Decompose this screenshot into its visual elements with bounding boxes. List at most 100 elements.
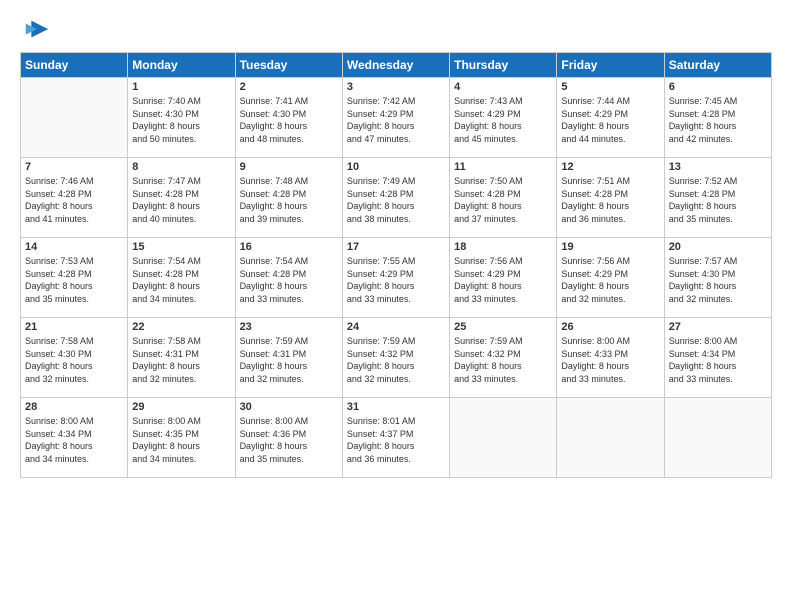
day-info: Sunrise: 7:56 AM Sunset: 4:29 PM Dayligh… <box>561 255 659 305</box>
day-info: Sunrise: 8:00 AM Sunset: 4:33 PM Dayligh… <box>561 335 659 385</box>
day-number: 19 <box>561 241 659 253</box>
calendar-cell: 4 Sunrise: 7:43 AM Sunset: 4:29 PM Daylig… <box>450 78 557 158</box>
calendar-cell: 28 Sunrise: 8:00 AM Sunset: 4:34 PM Dayli… <box>21 398 128 478</box>
day-number: 1 <box>132 81 230 93</box>
calendar-cell: 8 Sunrise: 7:47 AM Sunset: 4:28 PM Daylig… <box>128 158 235 238</box>
day-info: Sunrise: 7:53 AM Sunset: 4:28 PM Dayligh… <box>25 255 123 305</box>
calendar-cell: 10Sunrise: 7:49 AM Sunset: 4:28 PM Dayli… <box>342 158 449 238</box>
calendar-cell: 12 Sunrise: 7:51 AM Sunset: 4:28 PM Dayli… <box>557 158 664 238</box>
calendar-cell: 31 Sunrise: 8:01 AM Sunset: 4:37 PM Dayli… <box>342 398 449 478</box>
day-number: 15 <box>132 241 230 253</box>
header-cell-thursday: Thursday <box>450 53 557 78</box>
day-number: 16 <box>240 241 338 253</box>
calendar-cell <box>450 398 557 478</box>
day-number: 25 <box>454 321 552 333</box>
day-number: 18 <box>454 241 552 253</box>
header-row: SundayMondayTuesdayWednesdayThursdayFrid… <box>21 53 772 78</box>
day-info: Sunrise: 7:54 AM Sunset: 4:28 PM Dayligh… <box>240 255 338 305</box>
day-number: 28 <box>25 401 123 413</box>
day-info: Sunrise: 8:00 AM Sunset: 4:34 PM Dayligh… <box>669 335 767 385</box>
day-number: 6 <box>669 81 767 93</box>
day-info: Sunrise: 7:59 AM Sunset: 4:31 PM Dayligh… <box>240 335 338 385</box>
calendar-cell: 6 Sunrise: 7:45 AM Sunset: 4:28 PM Daylig… <box>664 78 771 158</box>
day-info: Sunrise: 7:44 AM Sunset: 4:29 PM Dayligh… <box>561 95 659 145</box>
calendar-cell: 15 Sunrise: 7:54 AM Sunset: 4:28 PM Dayli… <box>128 238 235 318</box>
calendar-cell: 20 Sunrise: 7:57 AM Sunset: 4:30 PM Dayli… <box>664 238 771 318</box>
day-number: 10 <box>347 161 445 173</box>
calendar-cell: 2 Sunrise: 7:41 AM Sunset: 4:30 PM Daylig… <box>235 78 342 158</box>
calendar-cell: 1 Sunrise: 7:40 AM Sunset: 4:30 PM Daylig… <box>128 78 235 158</box>
day-number: 29 <box>132 401 230 413</box>
week-row-4: 28 Sunrise: 8:00 AM Sunset: 4:34 PM Dayli… <box>21 398 772 478</box>
day-info: Sunrise: 7:57 AM Sunset: 4:30 PM Dayligh… <box>669 255 767 305</box>
day-number: 5 <box>561 81 659 93</box>
calendar-cell <box>557 398 664 478</box>
day-info: Sunrise: 7:40 AM Sunset: 4:30 PM Dayligh… <box>132 95 230 145</box>
day-number: 22 <box>132 321 230 333</box>
day-number: 14 <box>25 241 123 253</box>
day-info: Sunrise: 7:41 AM Sunset: 4:30 PM Dayligh… <box>240 95 338 145</box>
day-info: Sunrise: 7:47 AM Sunset: 4:28 PM Dayligh… <box>132 175 230 225</box>
day-number: 24 <box>347 321 445 333</box>
day-number: 13 <box>669 161 767 173</box>
header-cell-monday: Monday <box>128 53 235 78</box>
day-number: 4 <box>454 81 552 93</box>
header-cell-sunday: Sunday <box>21 53 128 78</box>
week-row-2: 14 Sunrise: 7:53 AM Sunset: 4:28 PM Dayli… <box>21 238 772 318</box>
day-info: Sunrise: 8:00 AM Sunset: 4:34 PM Dayligh… <box>25 415 123 465</box>
day-info: Sunrise: 7:54 AM Sunset: 4:28 PM Dayligh… <box>132 255 230 305</box>
day-number: 11 <box>454 161 552 173</box>
day-info: Sunrise: 8:00 AM Sunset: 4:36 PM Dayligh… <box>240 415 338 465</box>
day-info: Sunrise: 7:58 AM Sunset: 4:30 PM Dayligh… <box>25 335 123 385</box>
day-number: 30 <box>240 401 338 413</box>
calendar-cell: 11 Sunrise: 7:50 AM Sunset: 4:28 PM Dayli… <box>450 158 557 238</box>
header-cell-wednesday: Wednesday <box>342 53 449 78</box>
day-info: Sunrise: 7:59 AM Sunset: 4:32 PM Dayligh… <box>347 335 445 385</box>
day-number: 26 <box>561 321 659 333</box>
day-info: Sunrise: 8:01 AM Sunset: 4:37 PM Dayligh… <box>347 415 445 465</box>
calendar-cell <box>21 78 128 158</box>
day-number: 27 <box>669 321 767 333</box>
day-number: 23 <box>240 321 338 333</box>
day-info: Sunrise: 7:43 AM Sunset: 4:29 PM Dayligh… <box>454 95 552 145</box>
calendar-cell: 7 Sunrise: 7:46 AM Sunset: 4:28 PM Daylig… <box>21 158 128 238</box>
day-number: 7 <box>25 161 123 173</box>
calendar-cell: 25 Sunrise: 7:59 AM Sunset: 4:32 PM Dayli… <box>450 318 557 398</box>
day-info: Sunrise: 8:00 AM Sunset: 4:35 PM Dayligh… <box>132 415 230 465</box>
day-number: 8 <box>132 161 230 173</box>
calendar-cell: 16 Sunrise: 7:54 AM Sunset: 4:28 PM Dayli… <box>235 238 342 318</box>
calendar-cell: 22Sunrise: 7:58 AM Sunset: 4:31 PM Dayli… <box>128 318 235 398</box>
day-number: 2 <box>240 81 338 93</box>
day-info: Sunrise: 7:42 AM Sunset: 4:29 PM Dayligh… <box>347 95 445 145</box>
header-cell-saturday: Saturday <box>664 53 771 78</box>
header <box>20 16 772 44</box>
day-info: Sunrise: 7:46 AM Sunset: 4:28 PM Dayligh… <box>25 175 123 225</box>
day-info: Sunrise: 7:55 AM Sunset: 4:29 PM Dayligh… <box>347 255 445 305</box>
day-info: Sunrise: 7:52 AM Sunset: 4:28 PM Dayligh… <box>669 175 767 225</box>
calendar-table: SundayMondayTuesdayWednesdayThursdayFrid… <box>20 52 772 478</box>
calendar-cell: 29 Sunrise: 8:00 AM Sunset: 4:35 PM Dayli… <box>128 398 235 478</box>
logo-icon <box>22 16 50 44</box>
week-row-0: 1 Sunrise: 7:40 AM Sunset: 4:30 PM Daylig… <box>21 78 772 158</box>
day-info: Sunrise: 7:45 AM Sunset: 4:28 PM Dayligh… <box>669 95 767 145</box>
week-row-1: 7 Sunrise: 7:46 AM Sunset: 4:28 PM Daylig… <box>21 158 772 238</box>
calendar-cell: 13 Sunrise: 7:52 AM Sunset: 4:28 PM Dayli… <box>664 158 771 238</box>
day-number: 20 <box>669 241 767 253</box>
calendar-cell: 19 Sunrise: 7:56 AM Sunset: 4:29 PM Dayli… <box>557 238 664 318</box>
day-number: 31 <box>347 401 445 413</box>
day-info: Sunrise: 7:50 AM Sunset: 4:28 PM Dayligh… <box>454 175 552 225</box>
calendar-cell: 17 Sunrise: 7:55 AM Sunset: 4:29 PM Dayli… <box>342 238 449 318</box>
day-number: 17 <box>347 241 445 253</box>
header-cell-friday: Friday <box>557 53 664 78</box>
calendar-cell: 26 Sunrise: 8:00 AM Sunset: 4:33 PM Dayli… <box>557 318 664 398</box>
calendar-cell <box>664 398 771 478</box>
calendar-cell: 5 Sunrise: 7:44 AM Sunset: 4:29 PM Daylig… <box>557 78 664 158</box>
calendar-cell: 21Sunrise: 7:58 AM Sunset: 4:30 PM Dayli… <box>21 318 128 398</box>
day-info: Sunrise: 7:59 AM Sunset: 4:32 PM Dayligh… <box>454 335 552 385</box>
day-info: Sunrise: 7:56 AM Sunset: 4:29 PM Dayligh… <box>454 255 552 305</box>
day-number: 12 <box>561 161 659 173</box>
calendar-page: SundayMondayTuesdayWednesdayThursdayFrid… <box>0 0 792 612</box>
calendar-cell: 27 Sunrise: 8:00 AM Sunset: 4:34 PM Dayli… <box>664 318 771 398</box>
calendar-cell: 24 Sunrise: 7:59 AM Sunset: 4:32 PM Dayli… <box>342 318 449 398</box>
day-info: Sunrise: 7:51 AM Sunset: 4:28 PM Dayligh… <box>561 175 659 225</box>
